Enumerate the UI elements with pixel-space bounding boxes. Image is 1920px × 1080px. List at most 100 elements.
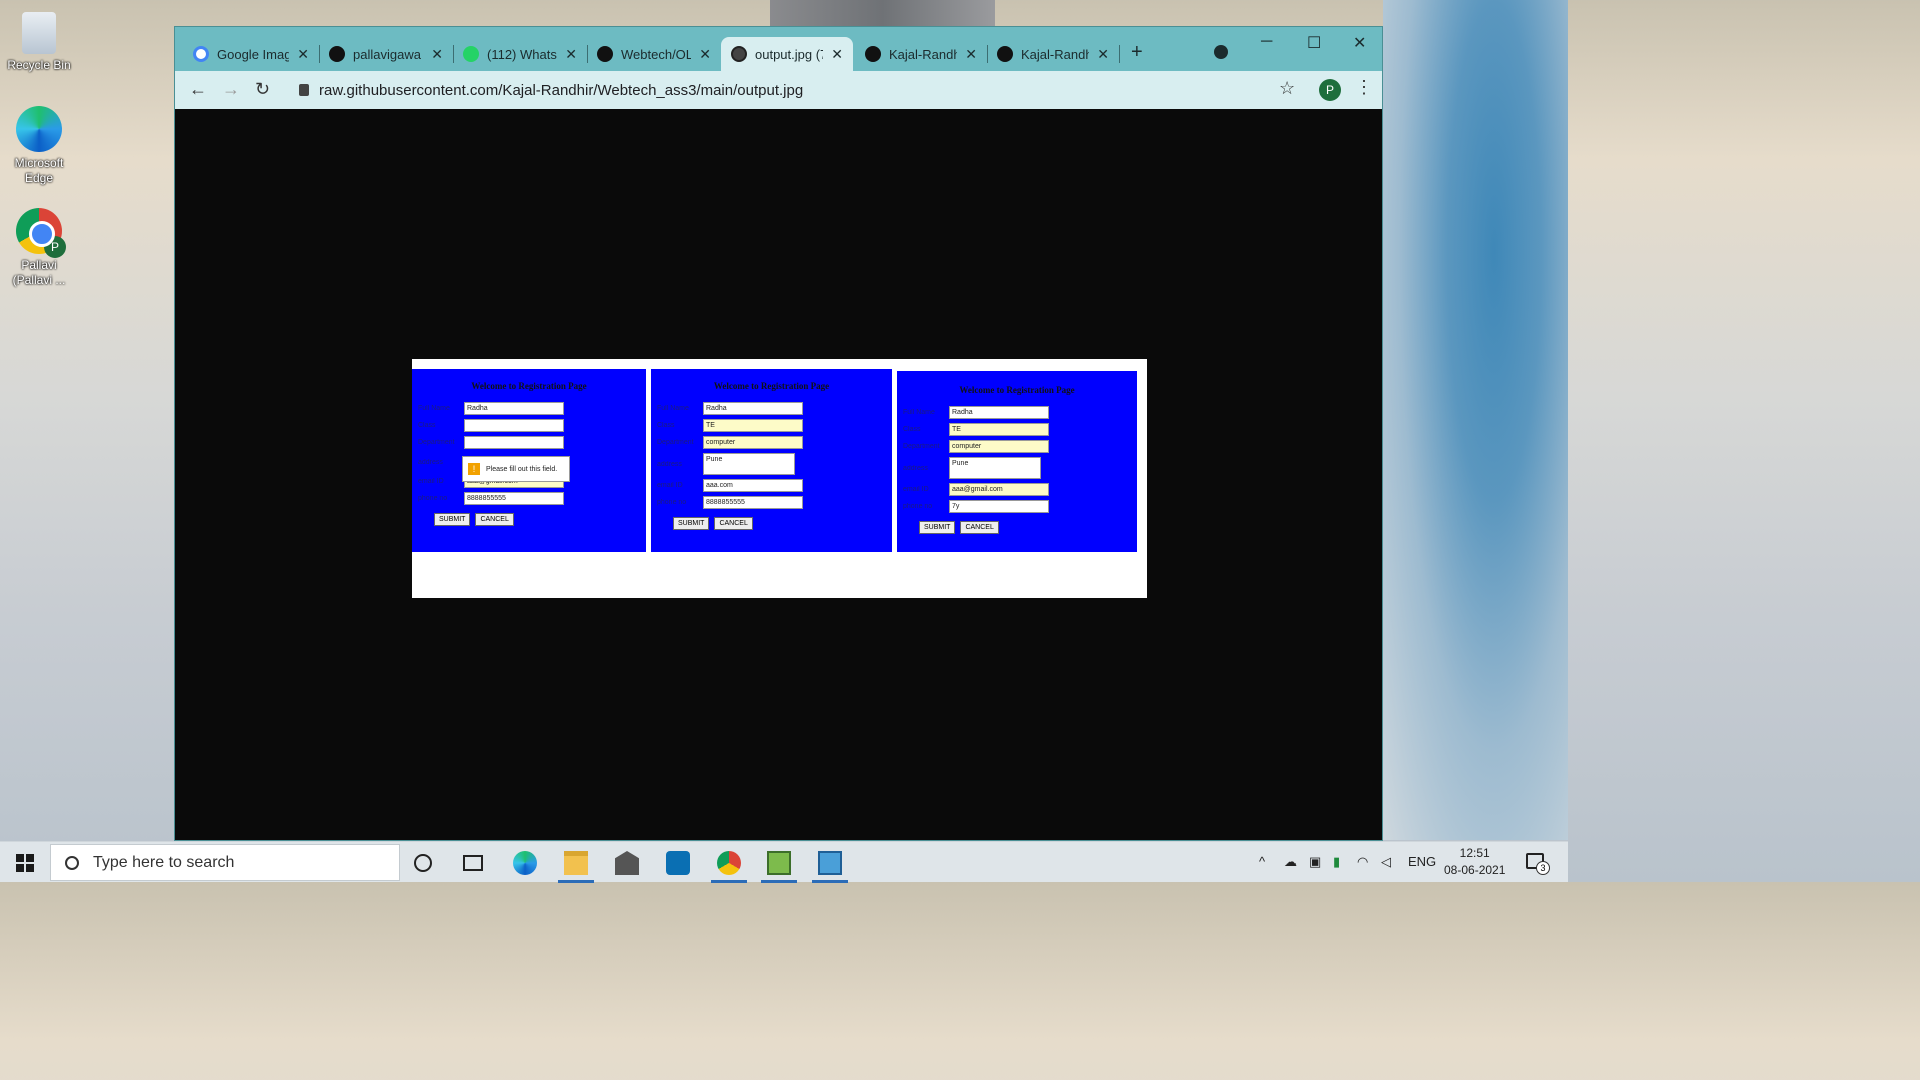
tab-search-icon[interactable] xyxy=(1214,45,1228,59)
battery-icon[interactable]: ▮ xyxy=(1333,854,1340,870)
registration-panel-3: Welcome to Registration Page Full Name R… xyxy=(897,371,1137,552)
cancel-button: CANCEL xyxy=(714,517,753,530)
desktop-icon-edge[interactable]: Microsoft Edge xyxy=(6,106,72,186)
tab-separator xyxy=(1119,45,1120,63)
github-icon xyxy=(329,46,345,62)
registration-panel-1: Welcome to Registration Page Full Name R… xyxy=(412,369,646,552)
close-tab-icon[interactable]: ✕ xyxy=(699,46,711,63)
minimize-button[interactable]: ─ xyxy=(1261,33,1272,51)
reload-icon[interactable]: ↻ xyxy=(255,79,270,100)
field-label: Full Name xyxy=(903,409,935,416)
desktop-wallpaper xyxy=(1383,0,1568,840)
tab-kajal-randhir-1[interactable]: Kajal-Randhi ✕ xyxy=(855,37,987,71)
tooltip-text: Please fill out this field. xyxy=(486,465,558,473)
field-input: TE xyxy=(949,423,1049,436)
notification-center-icon[interactable]: 3 xyxy=(1526,853,1550,875)
displayed-image: Welcome to Registration Page Full Name R… xyxy=(412,359,1147,598)
tab-google-images[interactable]: Google Imag ✕ xyxy=(183,37,319,71)
field-label: phone no xyxy=(657,499,687,506)
close-tab-icon[interactable]: ✕ xyxy=(831,46,843,63)
form-row: address Pune xyxy=(897,455,1137,481)
toolbar: ← → ↻ raw.githubusercontent.com/Kajal-Ra… xyxy=(175,71,1382,109)
tab-title: pallavigawa xyxy=(353,46,421,62)
paint-icon[interactable] xyxy=(767,851,791,875)
close-window-button[interactable]: ✕ xyxy=(1353,33,1366,53)
onedrive-icon[interactable]: ☁ xyxy=(1284,854,1297,870)
tab-title: Webtech/OL xyxy=(621,46,692,62)
submit-button: SUBMIT xyxy=(919,521,956,534)
tab-title: (112) Whats xyxy=(487,46,557,62)
form-row: Department xyxy=(412,434,646,451)
field-label: address xyxy=(657,460,682,468)
field-label: Class xyxy=(418,422,436,429)
wallpaper-statue xyxy=(770,0,995,28)
chrome-taskbar-icon[interactable] xyxy=(717,851,741,875)
tab-strip: Google Imag ✕ pallavigawa ✕ (112) Whats … xyxy=(175,27,1382,71)
form-row: Full Name Radha xyxy=(897,404,1137,421)
volume-icon[interactable]: ◁ xyxy=(1381,854,1391,870)
running-indicator xyxy=(558,880,594,883)
close-tab-icon[interactable]: ✕ xyxy=(297,46,309,63)
running-indicator xyxy=(711,880,747,883)
wifi-icon[interactable]: ◠ xyxy=(1357,854,1368,870)
maximize-button[interactable]: ☐ xyxy=(1307,33,1321,53)
show-hidden-icons-chevron-icon[interactable]: ^ xyxy=(1259,854,1265,869)
form-row: Class TE xyxy=(897,421,1137,438)
panel-title: Welcome to Registration Page xyxy=(959,385,1075,395)
close-tab-icon[interactable]: ✕ xyxy=(1097,46,1109,63)
tab-pallavigawa[interactable]: pallavigawa ✕ xyxy=(319,37,453,71)
close-tab-icon[interactable]: ✕ xyxy=(565,46,577,63)
taskbar-search[interactable]: Type here to search xyxy=(50,844,400,881)
google-icon xyxy=(193,46,209,62)
form-row: Full Name Radha xyxy=(412,400,646,417)
url-text: raw.githubusercontent.com/Kajal-Randhir/… xyxy=(319,81,804,99)
panel-title: Welcome to Registration Page xyxy=(713,381,830,391)
lock-icon xyxy=(299,84,309,96)
clock-date: 08-06-2021 xyxy=(1444,863,1506,877)
file-explorer-icon[interactable] xyxy=(564,851,588,875)
bookmark-star-icon[interactable]: ☆ xyxy=(1279,78,1295,99)
field-label: Department xyxy=(418,439,455,446)
panel-title: Welcome to Registration Page xyxy=(471,381,587,391)
task-view-icon[interactable] xyxy=(463,855,483,871)
cortana-icon[interactable] xyxy=(414,854,432,872)
more-menu-icon[interactable]: ⋮ xyxy=(1355,77,1373,98)
close-tab-icon[interactable]: ✕ xyxy=(431,46,443,63)
notification-count: 3 xyxy=(1536,861,1550,875)
field-label: email ID xyxy=(418,478,444,485)
tab-output-jpg[interactable]: output.jpg (7 ✕ xyxy=(721,37,853,71)
back-arrow-icon[interactable]: ← xyxy=(189,79,207,100)
profile-badge: P xyxy=(44,236,66,258)
desktop-icon-label: Recycle Bin xyxy=(7,58,71,72)
address-bar[interactable]: raw.githubusercontent.com/Kajal-Randhir/… xyxy=(287,77,1297,103)
language-indicator[interactable]: ENG xyxy=(1408,854,1436,869)
github-icon xyxy=(865,46,881,62)
clock[interactable]: 12:51 08-06-2021 xyxy=(1444,845,1505,879)
whatsapp-icon xyxy=(463,46,479,62)
form-row: Class TE xyxy=(651,417,892,434)
field-input: Pune xyxy=(949,457,1041,479)
tab-whatsapp[interactable]: (112) Whats ✕ xyxy=(453,37,587,71)
desktop-icon-recycle-bin[interactable]: Recycle Bin xyxy=(6,8,72,73)
field-label: email ID xyxy=(657,482,683,489)
windows-start-icon[interactable] xyxy=(16,854,34,872)
field-input: Radha xyxy=(949,406,1049,419)
edge-icon xyxy=(16,106,62,152)
field-input: Pune xyxy=(703,453,795,475)
tab-webtech[interactable]: Webtech/OL ✕ xyxy=(587,37,721,71)
form-row: Class xyxy=(412,417,646,434)
meet-now-icon[interactable]: ▣ xyxy=(1309,854,1321,870)
forward-arrow-icon[interactable]: → xyxy=(222,79,240,100)
form-buttons: SUBMIT CANCEL xyxy=(434,513,646,526)
edge-taskbar-icon[interactable] xyxy=(513,851,537,875)
mail-icon[interactable] xyxy=(615,851,639,875)
form-buttons: SUBMIT CANCEL xyxy=(673,517,892,530)
new-tab-button[interactable]: + xyxy=(1131,41,1143,64)
cancel-button: CANCEL xyxy=(960,521,999,534)
tab-kajal-randhir-2[interactable]: Kajal-Randh ✕ xyxy=(987,37,1119,71)
control-panel-icon[interactable] xyxy=(818,851,842,875)
close-tab-icon[interactable]: ✕ xyxy=(965,46,977,63)
dell-icon[interactable] xyxy=(666,851,690,875)
profile-avatar[interactable]: P xyxy=(1319,79,1341,101)
desktop-icon-chrome-profile[interactable]: P Pallavi (Pallavi ... xyxy=(6,208,72,288)
